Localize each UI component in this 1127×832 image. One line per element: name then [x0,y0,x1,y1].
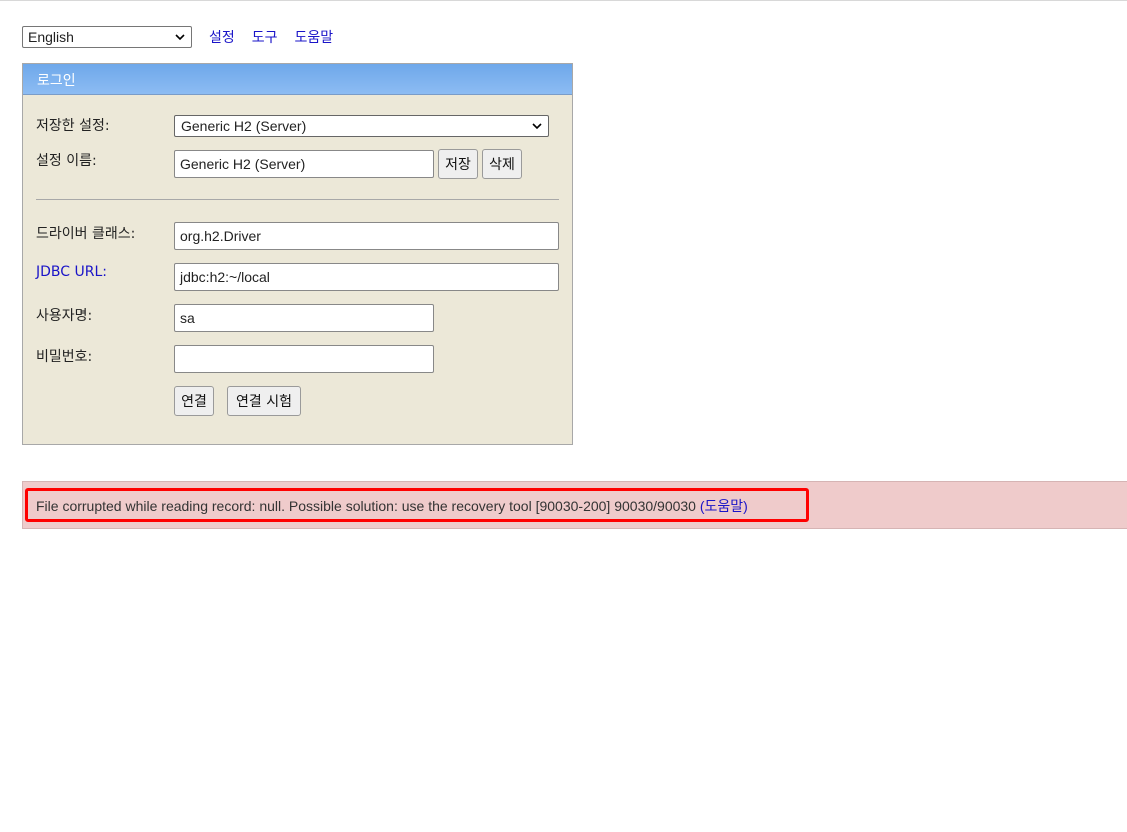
chevron-down-icon [175,34,185,41]
saved-settings-value: Generic H2 (Server) [181,118,307,134]
driver-class-label: 드라이버 클래스: [36,226,136,242]
saved-settings-select[interactable]: Generic H2 (Server) [174,115,549,137]
error-message: File corrupted while reading record: nul… [36,496,748,516]
connect-button[interactable]: 연결 [174,386,214,416]
top-border [0,0,1127,1]
login-title: 로그인 [23,64,572,95]
delete-button[interactable]: 삭제 [482,149,522,179]
tools-link[interactable]: 도구 [252,27,278,47]
password-input[interactable] [174,345,434,373]
error-help-link[interactable]: (도움말) [700,498,748,514]
divider [36,199,559,200]
jdbc-url-input[interactable]: jdbc:h2:~/local [174,263,559,291]
error-message-bar: File corrupted while reading record: nul… [22,481,1127,529]
password-label: 비밀번호: [36,349,93,365]
username-label: 사용자명: [36,308,93,324]
setting-name-input[interactable]: Generic H2 (Server) [174,150,434,178]
test-connection-button[interactable]: 연결 시험 [227,386,301,416]
login-panel: 로그인 저장한 설정: Generic H2 (Server) 설정 이름: G… [22,63,573,445]
jdbc-url-label[interactable]: JDBC URL: [36,264,107,280]
help-link[interactable]: 도움말 [295,27,334,47]
top-nav: 설정 도구 도움말 [209,27,333,47]
saved-settings-label: 저장한 설정: [36,118,110,134]
preferences-link[interactable]: 설정 [209,27,235,47]
error-message-text: File corrupted while reading record: nul… [36,498,700,514]
save-button[interactable]: 저장 [438,149,478,179]
chevron-down-icon [532,123,542,130]
driver-class-input[interactable]: org.h2.Driver [174,222,559,250]
username-input[interactable]: sa [174,304,434,332]
language-select[interactable]: English [22,26,192,48]
setting-name-label: 설정 이름: [36,153,97,169]
language-select-value: English [28,29,74,45]
toolbar: English 설정 도구 도움말 [22,26,333,48]
